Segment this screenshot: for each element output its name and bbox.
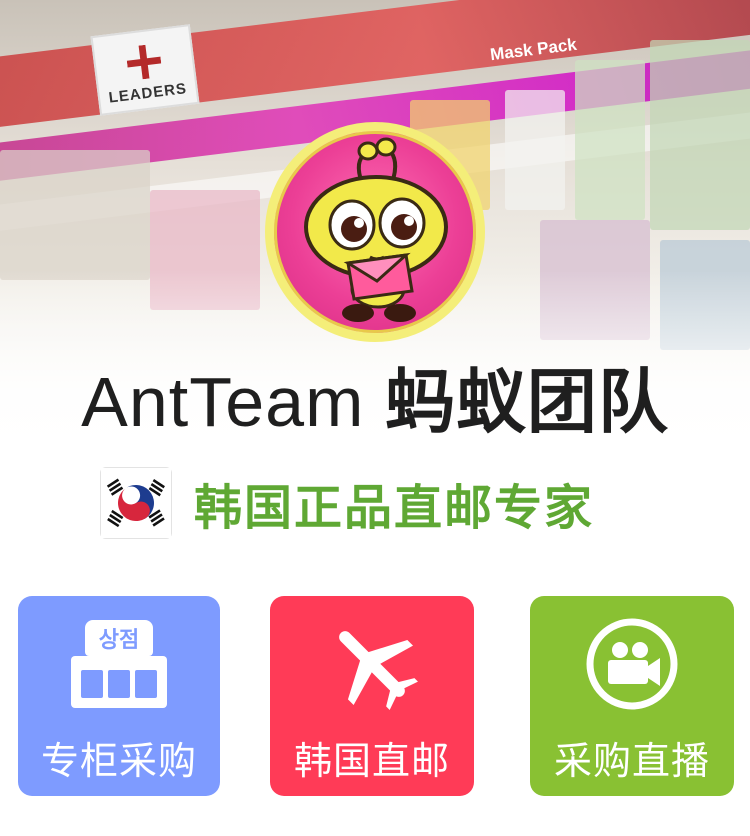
product-box <box>505 90 565 210</box>
tile-label: 采购直播 <box>553 739 710 783</box>
leaders-sign-text: LEADERS <box>107 80 188 107</box>
title-chinese: 蚂蚁团队 <box>384 361 669 443</box>
tile-korea-direct-mail[interactable]: 韩国直邮 <box>270 596 474 796</box>
tile-purchase-live[interactable]: 采购直播 <box>530 596 734 796</box>
leaders-logo-icon <box>125 43 163 81</box>
title-english: AntTeam <box>81 363 365 441</box>
product-box <box>650 40 750 230</box>
product-box <box>0 150 150 280</box>
page-title: AntTeam 蚂蚁团队 <box>0 360 750 444</box>
korea-flag-icon <box>100 467 172 539</box>
leaders-brand-sign: LEADERS <box>90 24 200 116</box>
airplane-icon <box>324 616 420 712</box>
ant-mascot-icon <box>304 137 448 322</box>
video-camera-icon <box>584 616 680 712</box>
tile-counter-purchase[interactable]: 상점 专柜采购 <box>18 596 220 796</box>
subtitle-text: 韩国正品直邮专家 <box>194 480 595 536</box>
subtitle-row: 韩国正品直邮专家 <box>100 466 660 540</box>
tile-label: 专柜采购 <box>40 739 197 783</box>
store-sign: 상점 <box>85 620 153 656</box>
store-icon: 상점 <box>71 616 167 712</box>
page: LEADERS Mask Pack AntTeam 蚂蚁团队 韩国正品直邮专家 … <box>0 0 750 836</box>
product-box <box>575 60 645 220</box>
tile-label: 韩国直邮 <box>293 739 450 783</box>
ant-mascot-logo <box>265 122 485 342</box>
